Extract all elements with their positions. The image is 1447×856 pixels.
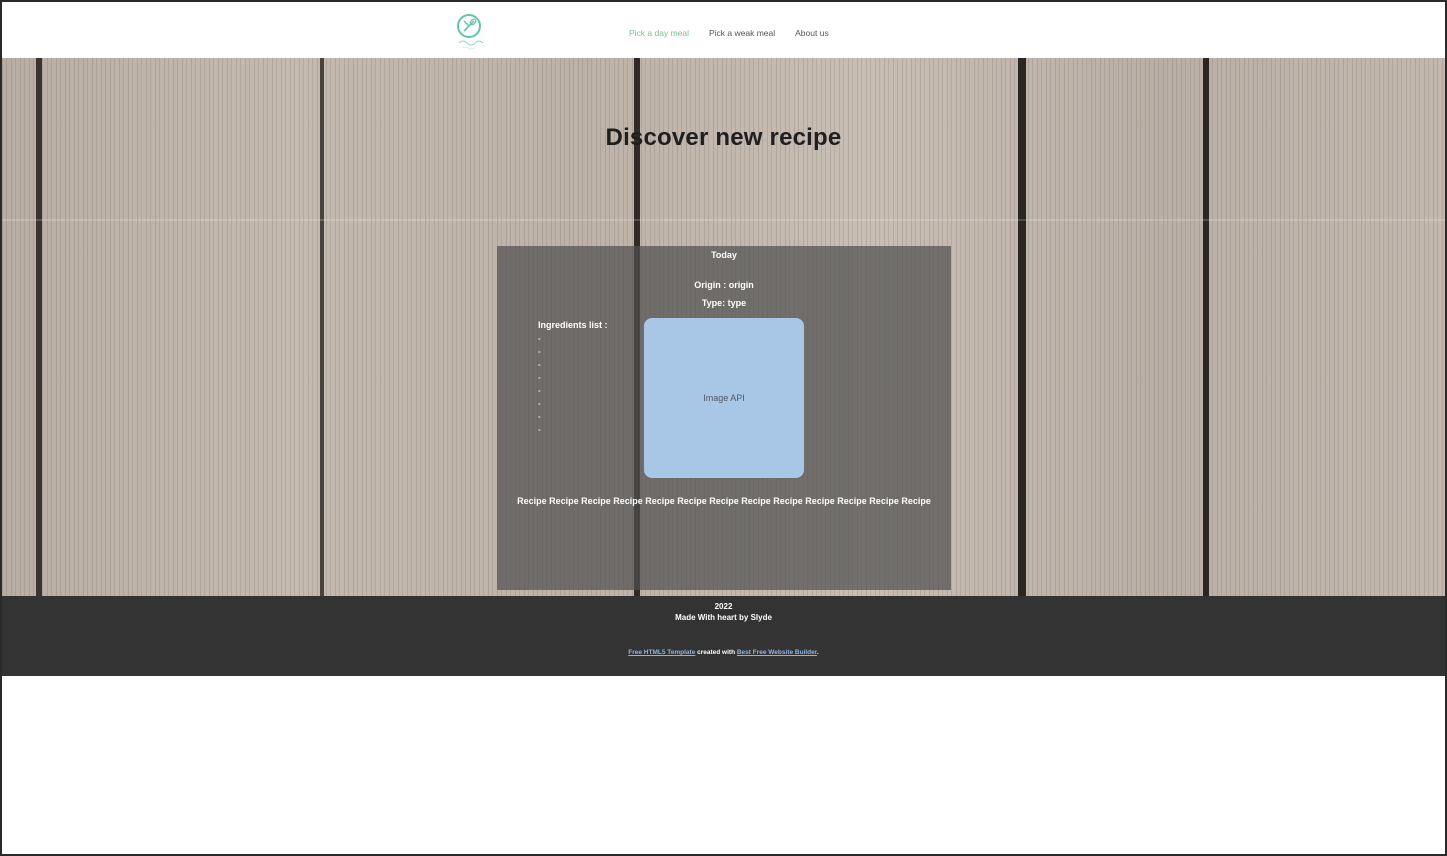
ingredient-item: - bbox=[538, 386, 541, 395]
recipe-image-placeholder: Image API bbox=[644, 318, 804, 478]
footer-year: 2022 bbox=[714, 602, 733, 611]
recipe-origin: Origin : origin bbox=[694, 280, 754, 290]
logo-icon[interactable] bbox=[451, 10, 487, 52]
website-builder-link[interactable]: Best Free Website Builder bbox=[737, 649, 817, 656]
nav-pick-weak-meal[interactable]: Pick a weak meal bbox=[709, 28, 775, 38]
ingredients-section: Ingredients list : - - - - - - - - bbox=[538, 320, 608, 436]
ingredient-item: - bbox=[538, 347, 541, 356]
nav-pick-day-meal[interactable]: Pick a day meal bbox=[629, 28, 689, 38]
page-title: Discover new recipe bbox=[605, 124, 842, 151]
footer-credit-end: . bbox=[816, 649, 819, 656]
recipe-type: Type: type bbox=[701, 298, 747, 308]
ingredient-item: - bbox=[538, 412, 541, 421]
footer-made-with: Made With heart by Slyde bbox=[675, 613, 772, 622]
nav-about-us[interactable]: About us bbox=[795, 28, 829, 38]
footer-credit: Free HTML5 Template created with Best Fr… bbox=[2, 649, 1445, 656]
image-placeholder-label: Image API bbox=[703, 393, 745, 403]
recipe-description: Recipe Recipe Recipe Recipe Recipe Recip… bbox=[517, 496, 931, 506]
ingredient-item: - bbox=[538, 373, 541, 382]
ingredient-item: - bbox=[538, 360, 541, 369]
footer: 2022 Made With heart by Slyde Free HTML5… bbox=[2, 596, 1445, 676]
ingredient-item: - bbox=[538, 334, 541, 343]
recipe-day-label: Today bbox=[711, 250, 737, 260]
top-navbar: Pick a day meal Pick a weak meal About u… bbox=[2, 2, 1445, 58]
free-html5-template-link[interactable]: Free HTML5 Template bbox=[628, 649, 695, 656]
footer-credit-mid: created with bbox=[695, 649, 737, 656]
section-divider bbox=[2, 219, 1445, 221]
ingredient-item: - bbox=[538, 399, 541, 408]
ingredients-list: - - - - - - - - bbox=[538, 332, 608, 436]
ingredient-item: - bbox=[538, 425, 541, 434]
ingredients-label: Ingredients list : bbox=[538, 320, 608, 330]
main-nav: Pick a day meal Pick a weak meal About u… bbox=[629, 28, 829, 38]
recipe-card: Today Origin : origin Type: type Ingredi… bbox=[497, 246, 951, 590]
